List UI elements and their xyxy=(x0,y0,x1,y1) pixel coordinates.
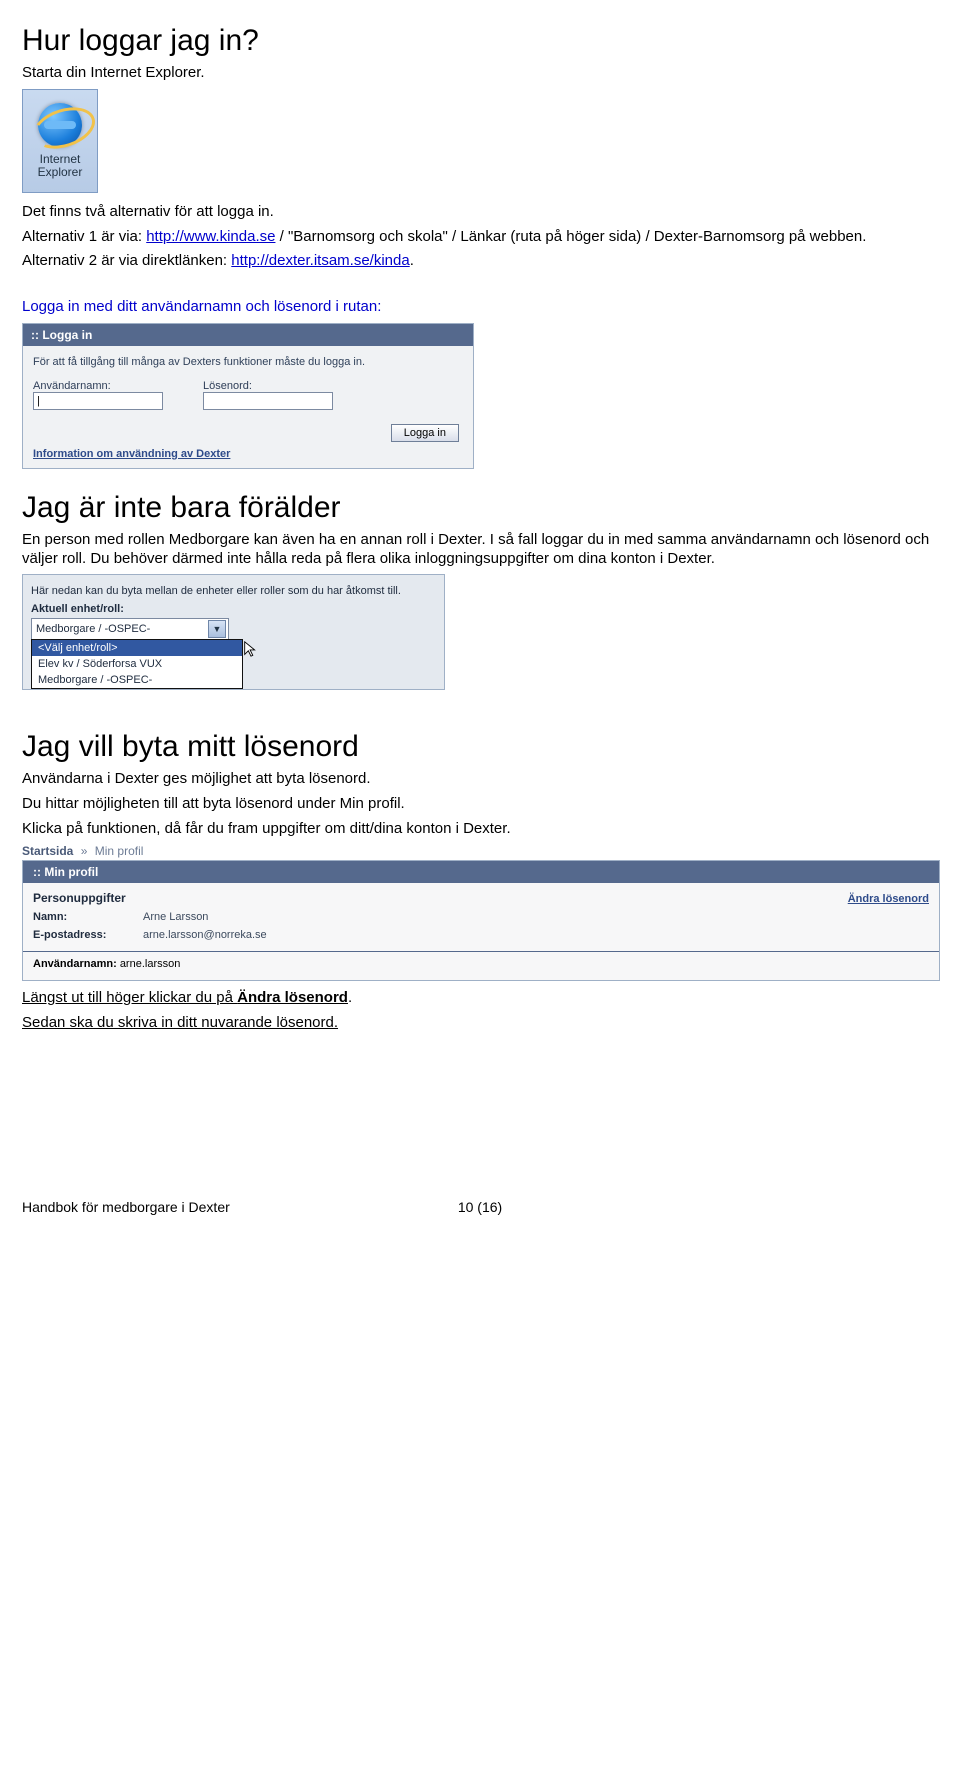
dexter-usage-info-link[interactable]: Information om användning av Dexter xyxy=(33,448,463,460)
footer-page-number: 10 (16) xyxy=(458,1199,502,1215)
role-select[interactable]: Medborgare / -OSPEC- ▼ xyxy=(31,618,229,640)
section-not-only-parent-title: Jag är inte bara förälder xyxy=(22,491,940,525)
change-password-link[interactable]: Ändra lösenord xyxy=(848,893,929,905)
role-switch-label: Aktuell enhet/roll: xyxy=(31,603,436,615)
login-caption: Logga in med ditt användarnamn och lösen… xyxy=(22,298,940,317)
profile-username-key: Användarnamn: xyxy=(33,958,117,970)
login-panel-title: :: Logga in xyxy=(23,324,473,346)
breadcrumb: Startsida » Min profil xyxy=(22,844,940,858)
profile-panel-title: :: Min profil xyxy=(23,861,939,883)
tail-line-2: Sedan ska du skriva in ditt nuvarande lö… xyxy=(22,1014,940,1033)
tail-line-1: Längst ut till höger klickar du på Ändra… xyxy=(22,989,940,1008)
role-switch-intro: Här nedan kan du byta mellan de enheter … xyxy=(31,585,436,599)
internet-explorer-icon xyxy=(38,103,82,147)
profile-username-value: arne.larsson xyxy=(120,958,181,970)
role-option-placeholder-label: <Välj enhet/roll> xyxy=(38,642,118,654)
page-title: Hur loggar jag in? xyxy=(22,24,940,58)
password-label: Lösenord: xyxy=(203,380,333,392)
kinda-url-link[interactable]: http://www.kinda.se xyxy=(146,228,275,245)
tail-line-1-a: Längst ut till höger klickar du på xyxy=(22,989,237,1006)
breadcrumb-sep: » xyxy=(81,844,88,858)
role-select-value: Medborgare / -OSPEC- xyxy=(36,623,150,635)
breadcrumb-current: Min profil xyxy=(95,844,144,858)
role-select-dropdown: <Välj enhet/roll> Elev kv / Söderforsa V… xyxy=(31,639,243,689)
login-button[interactable]: Logga in xyxy=(391,424,459,442)
username-input[interactable] xyxy=(33,392,163,410)
login-panel-desc: För att få tillgång till många av Dexter… xyxy=(33,356,463,368)
login-panel: :: Logga in För att få tillgång till mån… xyxy=(22,323,474,469)
alt1-prefix: Alternativ 1 är via: xyxy=(22,228,146,245)
username-label: Användarnamn: xyxy=(33,380,163,392)
profile-mail-key: E-postadress: xyxy=(33,929,143,941)
breadcrumb-home[interactable]: Startsida xyxy=(22,844,73,858)
change-pw-p2: Du hittar möjligheten till att byta löse… xyxy=(22,795,940,814)
section-change-password-title: Jag vill byta mitt lösenord xyxy=(22,730,940,764)
profile-section-title: Personuppgifter xyxy=(33,891,126,905)
chevron-down-icon: ▼ xyxy=(208,620,226,638)
role-switch-block: Här nedan kan du byta mellan de enheter … xyxy=(22,574,445,690)
change-pw-p3: Klicka på funktionen, då får du fram upp… xyxy=(22,820,940,839)
section-not-only-parent-text: En person med rollen Medborgare kan även… xyxy=(22,531,940,569)
alt2-line: Alternativ 2 är via direktlänken: http:/… xyxy=(22,252,940,271)
tail-line-1-c: . xyxy=(348,989,352,1006)
alt1-line: Alternativ 1 är via: http://www.kinda.se… xyxy=(22,228,940,247)
change-password-emph: Ändra lösenord xyxy=(237,989,348,1006)
footer-doc-title: Handbok för medborgare i Dexter xyxy=(22,1199,230,1215)
profile-panel: :: Min profil Personuppgifter Ändra löse… xyxy=(22,860,940,981)
profile-mail-value: arne.larsson@norreka.se xyxy=(143,929,267,941)
profile-name-key: Namn: xyxy=(33,911,143,923)
two-alternatives-text: Det finns två alternativ för att logga i… xyxy=(22,203,940,222)
alt1-rest: / "Barnomsorg och skola" / Länkar (ruta … xyxy=(275,228,866,245)
ie-shortcut-tile: Internet Explorer xyxy=(22,89,98,193)
ie-label-line1: Internet xyxy=(38,153,83,166)
password-input[interactable] xyxy=(203,392,333,410)
cursor-icon xyxy=(242,640,260,658)
alt2-dot: . xyxy=(410,252,414,269)
dexter-url-link[interactable]: http://dexter.itsam.se/kinda xyxy=(231,252,409,269)
intro-start: Starta din Internet Explorer. xyxy=(22,64,940,83)
role-option-medborgare[interactable]: Medborgare / -OSPEC- xyxy=(32,672,242,688)
role-option-placeholder[interactable]: <Välj enhet/roll> xyxy=(32,640,242,656)
ie-label-line2: Explorer xyxy=(38,166,83,179)
alt2-prefix: Alternativ 2 är via direktlänken: xyxy=(22,252,231,269)
profile-name-value: Arne Larsson xyxy=(143,911,208,923)
change-pw-p1: Användarna i Dexter ges möjlighet att by… xyxy=(22,770,940,789)
role-option-elev[interactable]: Elev kv / Söderforsa VUX xyxy=(32,656,242,672)
